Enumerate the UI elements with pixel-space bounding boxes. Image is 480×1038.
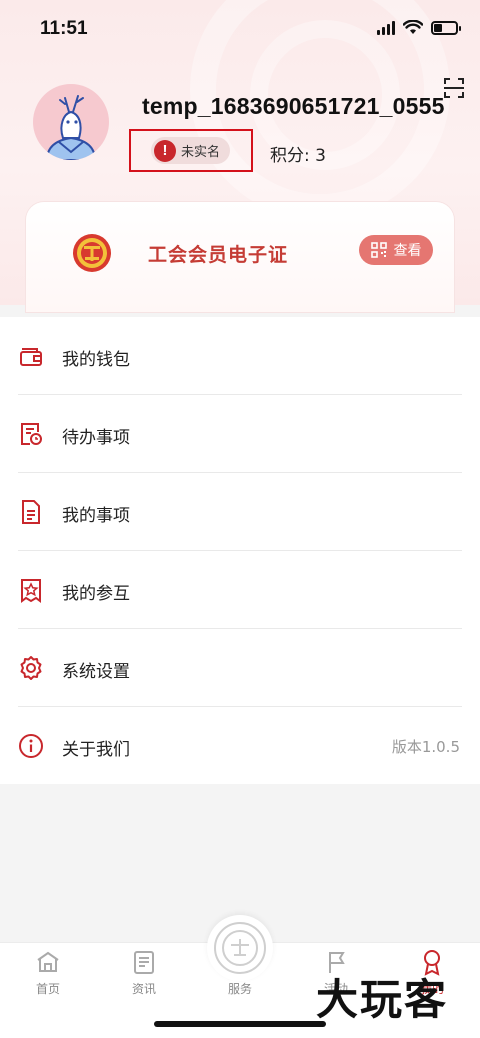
union-logo-icon [73,234,111,272]
menu-label: 待办事项 [62,428,130,448]
battery-icon [431,20,461,35]
status-bar: 11:51 [0,0,480,60]
document-icon [22,500,40,524]
menu-label: 我的事项 [62,506,130,526]
watermark: 大玩客 [316,975,449,1024]
qr-code-icon [370,242,387,258]
wallet-icon [20,348,42,366]
tab-news[interactable]: 资讯 [96,943,192,1003]
menu-label: 我的钱包 [62,350,130,370]
menu-item-my-matters[interactable]: 我的事项 [0,473,480,551]
menu-item-settings[interactable]: 系统设置 [0,629,480,707]
tab-service[interactable]: 服务 [192,943,288,1003]
view-card-label: 查看 [393,243,422,259]
star-badge-icon [21,579,41,603]
warning-icon: ! [154,139,176,162]
home-indicator[interactable] [154,1021,326,1027]
username: temp_1683690651721_0555 [142,93,445,119]
todo-clock-icon [21,423,42,445]
gear-icon [20,656,42,680]
points-value: 积分: 3 [270,146,326,166]
menu-item-wallet[interactable]: 我的钱包 [0,317,480,395]
menu-list: 我的钱包 待办事项 我的事项 我的参互 系统设置 关于我们 版本1.0.5 [0,317,480,784]
tab-label: 服务 [227,982,252,996]
status-time: 11:51 [40,18,88,39]
menu-label: 关于我们 [62,740,130,760]
avatar[interactable] [33,84,109,160]
verify-highlight-box: ! 未实名 [129,129,253,172]
member-card-title: 工会会员电子证 [148,244,289,266]
menu-label: 系统设置 [62,662,130,682]
menu-item-about[interactable]: 关于我们 版本1.0.5 [0,707,480,785]
tab-label: 首页 [35,982,60,996]
menu-item-participation[interactable]: 我的参互 [0,551,480,629]
signal-icon [377,20,395,35]
wifi-icon [403,20,423,34]
tab-home[interactable]: 首页 [0,943,96,1003]
view-card-button[interactable]: 查看 [359,235,433,265]
home-icon [37,951,59,972]
news-icon [134,951,154,974]
verify-status-label: 未实名 [181,145,221,160]
scan-icon[interactable] [442,76,466,100]
menu-label: 我的参互 [62,584,130,604]
info-icon [19,734,43,758]
tab-label: 资讯 [131,982,156,996]
app-version: 版本1.0.5 [391,738,460,756]
member-card[interactable]: 工会会员电子证 查看 [26,202,454,312]
verify-status-badge[interactable]: ! 未实名 [151,137,231,164]
menu-item-todo[interactable]: 待办事项 [0,395,480,473]
